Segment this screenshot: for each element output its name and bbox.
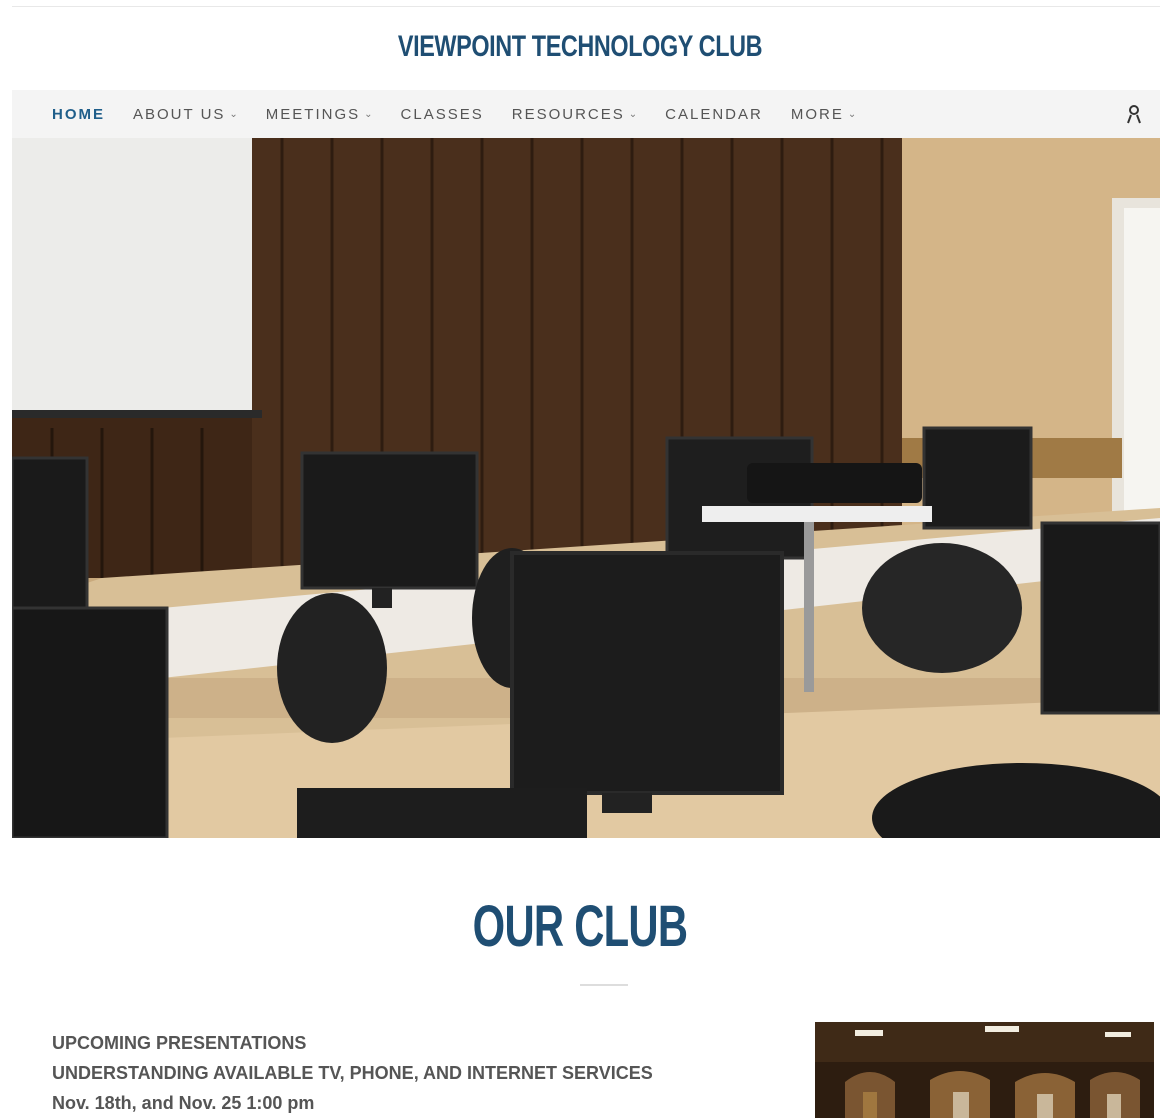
upcoming-presentations: UPCOMING PRESENTATIONS UNDERSTANDING AVA…: [52, 1028, 772, 1118]
presentation-title: UNDERSTANDING AVAILABLE TV, PHONE, AND I…: [52, 1063, 653, 1083]
nav-item-classes[interactable]: CLASSES: [401, 106, 484, 123]
section-title: OUR CLUB: [472, 894, 688, 959]
nav-item-label: RESOURCES: [511, 105, 625, 123]
nav-item-calendar[interactable]: CALENDAR: [665, 106, 763, 123]
top-rule: [12, 6, 1160, 7]
account-icon[interactable]: [1126, 104, 1142, 124]
computer-lab-photo: [12, 138, 1160, 838]
nav-item-about-us[interactable]: ABOUT US ⌄: [133, 106, 238, 123]
nav-item-label: ABOUT US: [133, 105, 226, 123]
site-title[interactable]: VIEWPOINT TECHNOLOGY CLUB: [128, 30, 1033, 64]
main-nav: HOME ABOUT US ⌄ MEETINGS ⌄ CLASSES RESOU…: [12, 90, 1160, 138]
chevron-down-icon: ⌄: [364, 108, 373, 120]
upcoming-heading: UPCOMING PRESENTATIONS: [52, 1033, 307, 1053]
nav-item-label: MEETINGS: [265, 105, 361, 123]
chevron-down-icon: ⌄: [847, 108, 857, 120]
nav-item-label: MORE: [790, 105, 844, 123]
section-divider: [580, 984, 628, 986]
nav-item-resources[interactable]: RESOURCES ⌄: [512, 106, 637, 123]
presentation-dates: Nov. 18th, and Nov. 25 1:00 pm: [52, 1093, 315, 1113]
nav-item-more[interactable]: MORE ⌄: [791, 106, 856, 123]
meeting-hall-photo: [815, 1022, 1154, 1118]
nav-item-meetings[interactable]: MEETINGS ⌄: [266, 106, 373, 123]
nav-item-label: CLASSES: [400, 105, 484, 123]
chevron-down-icon: ⌄: [229, 108, 238, 120]
chevron-down-icon: ⌄: [628, 108, 638, 120]
hero-image: [12, 138, 1160, 838]
nav-item-label: CALENDAR: [665, 105, 763, 123]
nav-item-home[interactable]: HOME: [52, 106, 105, 123]
meeting-hall-image: [815, 1022, 1154, 1118]
nav-item-label: HOME: [52, 105, 105, 123]
